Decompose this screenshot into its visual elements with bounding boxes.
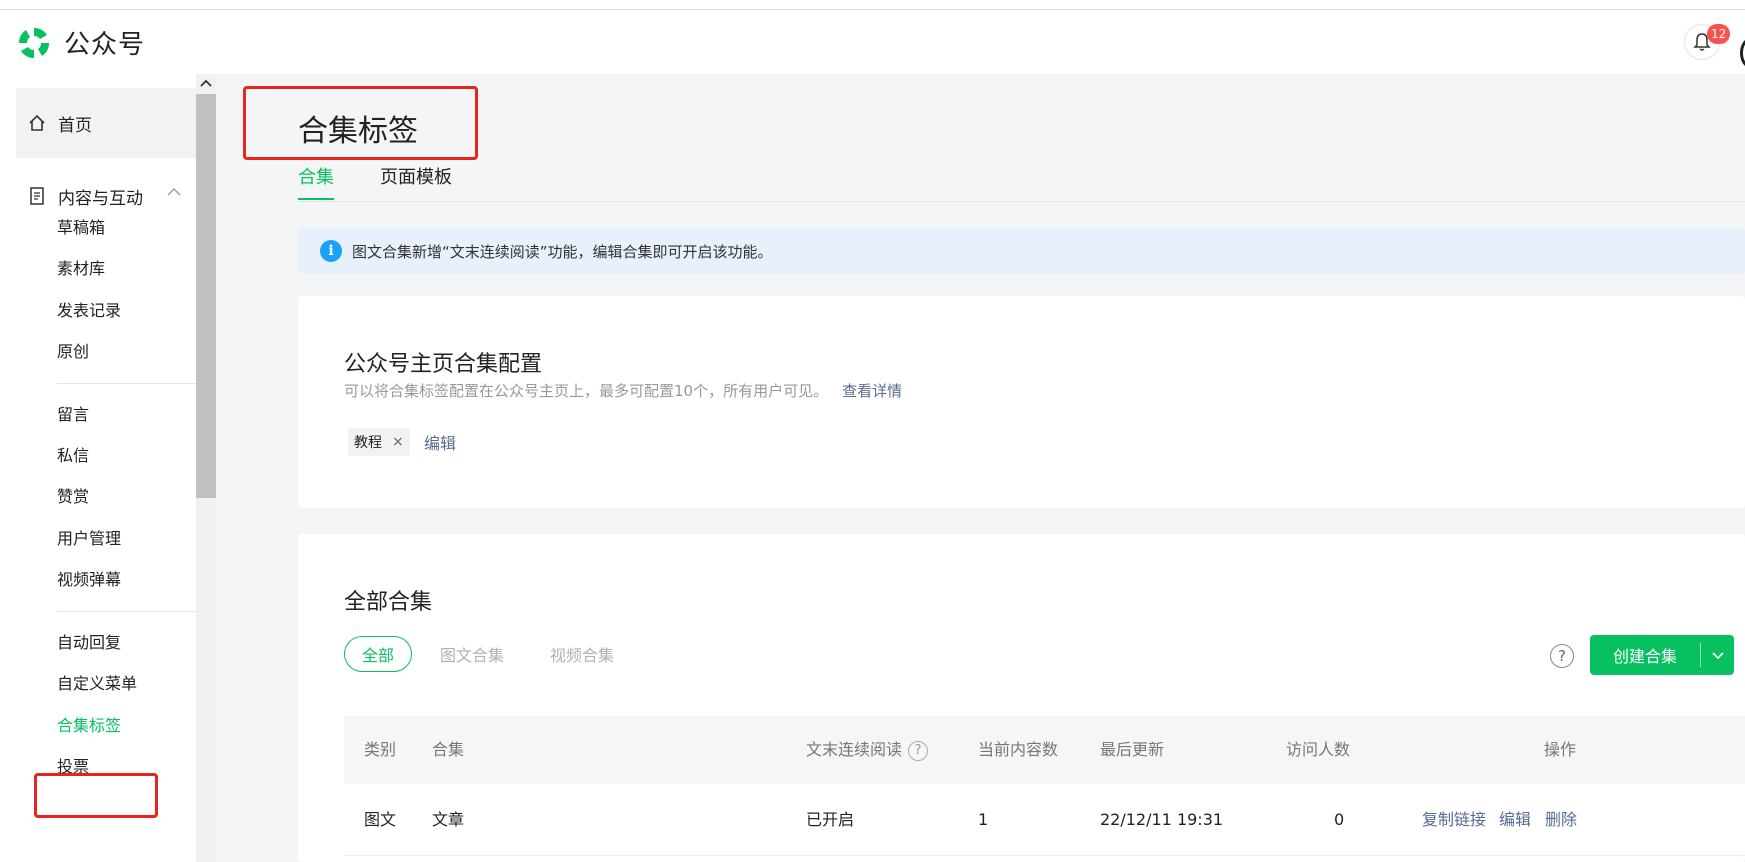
create-collection-label: 创建合集 bbox=[1612, 647, 1677, 666]
column-header-visitors: 访问人数 bbox=[1286, 740, 1351, 759]
delete-button[interactable]: 删除 bbox=[1545, 784, 1577, 856]
logo[interactable]: 公众号 bbox=[16, 24, 145, 61]
card-title: 全部合集 bbox=[344, 590, 433, 615]
top-bar: 公众号 12 bbox=[0, 10, 1745, 74]
page-tabs: 合集 页面模板 bbox=[298, 166, 1745, 202]
column-header-collection: 合集 bbox=[432, 740, 465, 759]
cell-last-updated: 22/12/11 19:31 bbox=[1100, 810, 1224, 829]
tag-label: 教程 bbox=[354, 435, 382, 451]
cell-continuous-reading: 已开启 bbox=[806, 810, 855, 829]
sidebar-item-home[interactable]: 首页 bbox=[16, 88, 196, 158]
tab-page-templates[interactable]: 页面模板 bbox=[380, 166, 452, 200]
cell-type: 图文 bbox=[364, 810, 397, 829]
filter-article-collections[interactable]: 图文合集 bbox=[440, 636, 504, 672]
tag-remove-icon[interactable]: × bbox=[392, 434, 404, 450]
card-title: 公众号主页合集配置 bbox=[344, 352, 543, 377]
sidebar-group-content[interactable]: 内容与互动 bbox=[16, 174, 196, 218]
sidebar-item-collection-tags[interactable]: 合集标签 bbox=[57, 714, 121, 738]
filter-all[interactable]: 全部 bbox=[344, 636, 412, 672]
edit-button[interactable]: 编辑 bbox=[1499, 784, 1531, 856]
help-icon[interactable]: ? bbox=[1550, 644, 1574, 668]
sidebar-scrollbar-thumb[interactable] bbox=[196, 94, 216, 498]
column-header-type: 类别 bbox=[364, 740, 397, 759]
sidebar-item-materials[interactable]: 素材库 bbox=[57, 257, 105, 281]
sidebar-item-drafts[interactable]: 草稿箱 bbox=[57, 216, 105, 240]
sidebar-item-original[interactable]: 原创 bbox=[57, 340, 89, 364]
description-text: 可以将合集标签配置在公众号主页上，最多可配置10个，所有用户可见。 bbox=[344, 382, 829, 400]
table-header: 类别 合集 文末连续阅读? 当前内容数 最后更新 访问人数 操作 bbox=[344, 716, 1745, 784]
app-name: 公众号 bbox=[64, 30, 146, 60]
view-details-link[interactable]: 查看详情 bbox=[842, 382, 902, 400]
sidebar-item-label: 首页 bbox=[58, 115, 92, 136]
sidebar-item-user-management[interactable]: 用户管理 bbox=[57, 527, 121, 551]
table-row: 图文 文章 已开启 1 22/12/11 19:31 0 复制链接 编辑 删除 bbox=[344, 784, 1745, 856]
card-description: 可以将合集标签配置在公众号主页上，最多可配置10个，所有用户可见。 查看详情 bbox=[344, 380, 902, 401]
notice-text: 图文合集新增“文末连续阅读”功能，编辑合集即可开启该功能。 bbox=[352, 242, 773, 261]
sidebar-divider bbox=[57, 611, 197, 612]
tab-collections[interactable]: 合集 bbox=[298, 166, 334, 200]
homepage-collection-config-card: 公众号主页合集配置 可以将合集标签配置在公众号主页上，最多可配置10个，所有用户… bbox=[298, 296, 1745, 508]
browser-tab-strip bbox=[0, 0, 1745, 10]
copy-link-button[interactable]: 复制链接 bbox=[1422, 784, 1486, 856]
cell-collection-name[interactable]: 文章 bbox=[432, 784, 464, 856]
sidebar-item-messages[interactable]: 私信 bbox=[57, 444, 89, 468]
sidebar-highlight-annotation bbox=[34, 773, 158, 818]
filter-video-collections[interactable]: 视频合集 bbox=[550, 636, 614, 672]
sidebar: 首页 内容与互动 草稿箱 素材库 发表记录 原创 留言 私信 赞赏 用户管理 视… bbox=[0, 74, 197, 862]
chevron-down-icon[interactable] bbox=[1701, 650, 1734, 660]
column-header-actions: 操作 bbox=[1544, 740, 1577, 759]
help-icon[interactable]: ? bbox=[908, 740, 929, 761]
document-icon bbox=[26, 185, 48, 207]
column-header-continuous-reading: 文末连续阅读? bbox=[806, 716, 929, 784]
page-title: 合集标签 bbox=[298, 114, 418, 149]
notification-badge: 12 bbox=[1707, 24, 1731, 44]
sidebar-item-custom-menu[interactable]: 自定义菜单 bbox=[57, 672, 137, 696]
sidebar-item-auto-reply[interactable]: 自动回复 bbox=[57, 631, 121, 655]
wechat-official-logo-icon bbox=[18, 27, 50, 58]
create-collection-button[interactable]: 创建合集 bbox=[1590, 635, 1734, 675]
column-header-label: 文末连续阅读 bbox=[806, 740, 903, 759]
chevron-up-icon bbox=[167, 188, 181, 196]
cell-content-count: 1 bbox=[978, 810, 989, 829]
column-header-last-updated: 最后更新 bbox=[1100, 740, 1165, 759]
cell-visitors: 0 bbox=[1334, 810, 1345, 829]
edit-tags-link[interactable]: 编辑 bbox=[424, 430, 456, 454]
sidebar-group-label: 内容与互动 bbox=[58, 188, 143, 209]
all-collections-card: 全部合集 全部 图文合集 视频合集 ? 创建合集 类别 合集 文末连续阅读? 当… bbox=[298, 534, 1745, 862]
sidebar-item-comments[interactable]: 留言 bbox=[57, 403, 89, 427]
column-header-content-count: 当前内容数 bbox=[978, 740, 1059, 759]
info-icon: i bbox=[320, 240, 342, 262]
sidebar-item-publish-history[interactable]: 发表记录 bbox=[57, 299, 121, 323]
sidebar-item-rewards[interactable]: 赞赏 bbox=[57, 485, 89, 509]
collection-tag: 教程 × bbox=[348, 428, 410, 456]
info-notice: i 图文合集新增“文末连续阅读”功能，编辑合集即可开启该功能。 bbox=[298, 228, 1745, 274]
avatar[interactable] bbox=[1740, 38, 1745, 68]
scroll-up-arrow-icon[interactable] bbox=[198, 76, 214, 90]
sidebar-divider bbox=[57, 383, 197, 384]
home-icon bbox=[26, 112, 48, 134]
sidebar-item-video-danmaku[interactable]: 视频弹幕 bbox=[57, 568, 121, 592]
